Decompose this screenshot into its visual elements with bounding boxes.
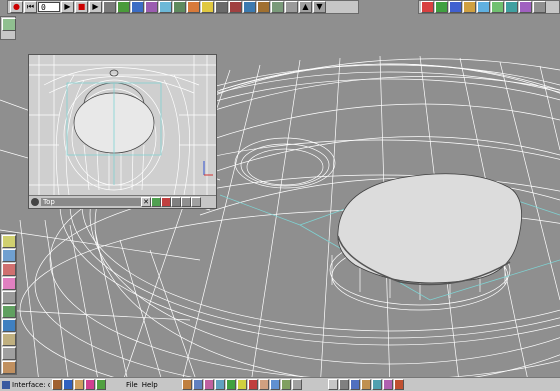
render-icon[interactable] bbox=[421, 1, 434, 13]
ball-icon[interactable] bbox=[63, 379, 73, 390]
texture-tool-icon[interactable] bbox=[338, 379, 349, 390]
down-arrow-icon[interactable]: ▼ bbox=[313, 1, 326, 13]
grid-icon[interactable] bbox=[103, 1, 116, 13]
red-view-icon[interactable] bbox=[161, 197, 171, 207]
camera-icon[interactable] bbox=[215, 1, 228, 13]
close-icon[interactable]: ✕ bbox=[141, 197, 151, 207]
plant-icon[interactable] bbox=[96, 379, 106, 390]
scene-icon[interactable] bbox=[371, 379, 382, 390]
material-palette bbox=[181, 379, 302, 390]
light-icon[interactable] bbox=[201, 1, 214, 13]
bevel-icon[interactable] bbox=[271, 1, 284, 13]
left-top-toolbar bbox=[0, 16, 16, 40]
terrain-icon[interactable] bbox=[2, 305, 16, 318]
play-icon[interactable]: ▶ bbox=[61, 1, 74, 13]
stop-icon[interactable]: ■ bbox=[75, 1, 88, 13]
top-toolbar: ● ⏮ 0 ▶ ■ ▶ ▲ ▼ bbox=[7, 0, 359, 14]
water-icon[interactable] bbox=[2, 319, 16, 332]
layers-icon[interactable] bbox=[173, 1, 186, 13]
menu-file[interactable]: File bbox=[126, 381, 138, 389]
color-icon[interactable] bbox=[2, 277, 16, 290]
top-view-window[interactable]: Top ✕ bbox=[28, 54, 217, 209]
move-icon[interactable] bbox=[2, 249, 16, 262]
animation-icon[interactable] bbox=[519, 1, 532, 13]
bug-icon[interactable] bbox=[236, 379, 247, 390]
menu-help[interactable]: Help bbox=[142, 381, 158, 389]
lathe-icon[interactable] bbox=[257, 1, 270, 13]
frame-input[interactable]: 0 bbox=[38, 2, 60, 12]
mesh-icon[interactable] bbox=[2, 291, 16, 304]
settings-icon[interactable] bbox=[533, 1, 546, 13]
rewind-icon[interactable]: ⏮ bbox=[24, 1, 37, 13]
bottom-bar: Interface: coca-cola0 File Help bbox=[0, 377, 560, 391]
select-pointer-icon[interactable] bbox=[327, 379, 338, 390]
particle-icon[interactable] bbox=[2, 361, 16, 374]
bone-icon[interactable] bbox=[2, 333, 16, 346]
app-icon bbox=[2, 380, 10, 389]
green-shape-icon[interactable] bbox=[117, 1, 130, 13]
star-icon[interactable] bbox=[85, 379, 95, 390]
sphere-icon[interactable] bbox=[192, 379, 203, 390]
sky-icon[interactable] bbox=[477, 1, 490, 13]
up-arrow-icon[interactable]: ▲ bbox=[299, 1, 312, 13]
globe-icon[interactable] bbox=[505, 1, 518, 13]
shape-tool-icon[interactable] bbox=[360, 379, 371, 390]
grid-tool-icon[interactable] bbox=[349, 379, 360, 390]
fabric-icon[interactable] bbox=[203, 379, 214, 390]
material-icon[interactable] bbox=[187, 1, 200, 13]
pot-icon[interactable] bbox=[52, 379, 62, 390]
stripe-icon[interactable] bbox=[214, 379, 225, 390]
record-icon[interactable]: ● bbox=[10, 1, 23, 13]
shape-icon[interactable] bbox=[181, 379, 192, 390]
scale-icon[interactable] bbox=[243, 1, 256, 13]
magnet-icon[interactable] bbox=[229, 1, 242, 13]
deform-icon[interactable] bbox=[285, 1, 298, 13]
brick-icon[interactable] bbox=[393, 379, 404, 390]
left-tools-toolbar bbox=[0, 233, 17, 375]
blue-shape-icon[interactable] bbox=[131, 1, 144, 13]
view-label: Top bbox=[41, 198, 141, 206]
plane-icon[interactable] bbox=[159, 1, 172, 13]
interface-label: Interface: coca-cola0 bbox=[12, 380, 50, 389]
maximize-view-icon[interactable] bbox=[191, 197, 201, 207]
object-palette bbox=[52, 379, 106, 390]
fit-view-icon[interactable] bbox=[181, 197, 191, 207]
leaf-icon[interactable] bbox=[225, 379, 236, 390]
purple-shape-icon[interactable] bbox=[145, 1, 158, 13]
top-view-canvas[interactable] bbox=[29, 55, 216, 196]
library-icon[interactable] bbox=[382, 379, 393, 390]
path-icon[interactable] bbox=[2, 347, 16, 360]
face-icon[interactable] bbox=[258, 379, 269, 390]
top-view-titlebar[interactable]: Top ✕ bbox=[29, 195, 216, 208]
preview-icon[interactable] bbox=[491, 1, 504, 13]
right-palette bbox=[327, 379, 404, 390]
add-object-icon[interactable] bbox=[2, 18, 16, 31]
step-icon[interactable]: ▶ bbox=[89, 1, 102, 13]
view-menu-icon[interactable] bbox=[31, 198, 39, 206]
texture-icon[interactable] bbox=[449, 1, 462, 13]
texture-icon-2[interactable] bbox=[280, 379, 291, 390]
metal-icon[interactable] bbox=[291, 379, 302, 390]
render-toolbar bbox=[418, 0, 560, 14]
camera-view-icon[interactable] bbox=[171, 197, 181, 207]
paint-icon[interactable] bbox=[463, 1, 476, 13]
select-icon[interactable] bbox=[2, 235, 16, 248]
palette-icon[interactable] bbox=[435, 1, 448, 13]
rainbow-icon[interactable] bbox=[247, 379, 258, 390]
rotate-icon[interactable] bbox=[2, 263, 16, 276]
green-view-icon[interactable] bbox=[151, 197, 161, 207]
sky-icon-2[interactable] bbox=[269, 379, 280, 390]
bread-icon[interactable] bbox=[74, 379, 84, 390]
